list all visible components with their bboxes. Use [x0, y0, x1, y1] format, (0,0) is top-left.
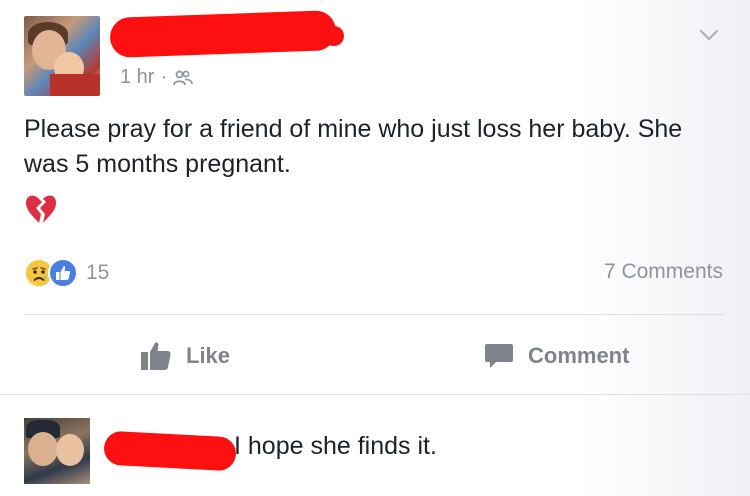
reaction-count: 15: [86, 261, 110, 284]
like-reaction-icon: [48, 258, 78, 288]
comment-item: I hope she finds it.: [24, 418, 724, 488]
redacted-poster-name-end: [324, 26, 344, 46]
poster-avatar[interactable]: [24, 16, 100, 96]
avatar-shirt: [50, 74, 100, 96]
post-header: 1 hr ·: [24, 10, 724, 100]
chevron-down-icon[interactable]: [698, 24, 720, 46]
commenter-avatar[interactable]: [24, 418, 90, 484]
like-label: Like: [186, 343, 231, 368]
like-button[interactable]: Like: [140, 336, 230, 376]
comments-count-link[interactable]: 7 Comments: [604, 260, 723, 284]
friends-icon: [173, 70, 193, 85]
meta-separator: ·: [160, 66, 168, 88]
comment-button[interactable]: Comment: [484, 336, 629, 376]
reaction-summary[interactable]: 15: [24, 256, 109, 290]
comment-label: Comment: [528, 343, 630, 368]
post-meta: 1 hr ·: [120, 66, 193, 89]
avatar-face-1: [28, 432, 58, 466]
comment-text: I hope she finds it.: [234, 432, 437, 460]
avatar-face-2: [56, 434, 84, 466]
broken-heart-icon: [26, 195, 56, 223]
post-body-text: Please pray for a friend of mine who jus…: [24, 115, 683, 178]
redacted-poster-name: [109, 10, 337, 58]
thumbs-up-icon: [141, 342, 171, 370]
comment-bubble-icon: [485, 344, 513, 368]
comments-divider: [0, 394, 750, 395]
action-divider: [24, 314, 724, 315]
redacted-commenter-name: [103, 430, 237, 472]
post-timestamp[interactable]: 1 hr: [120, 66, 154, 89]
